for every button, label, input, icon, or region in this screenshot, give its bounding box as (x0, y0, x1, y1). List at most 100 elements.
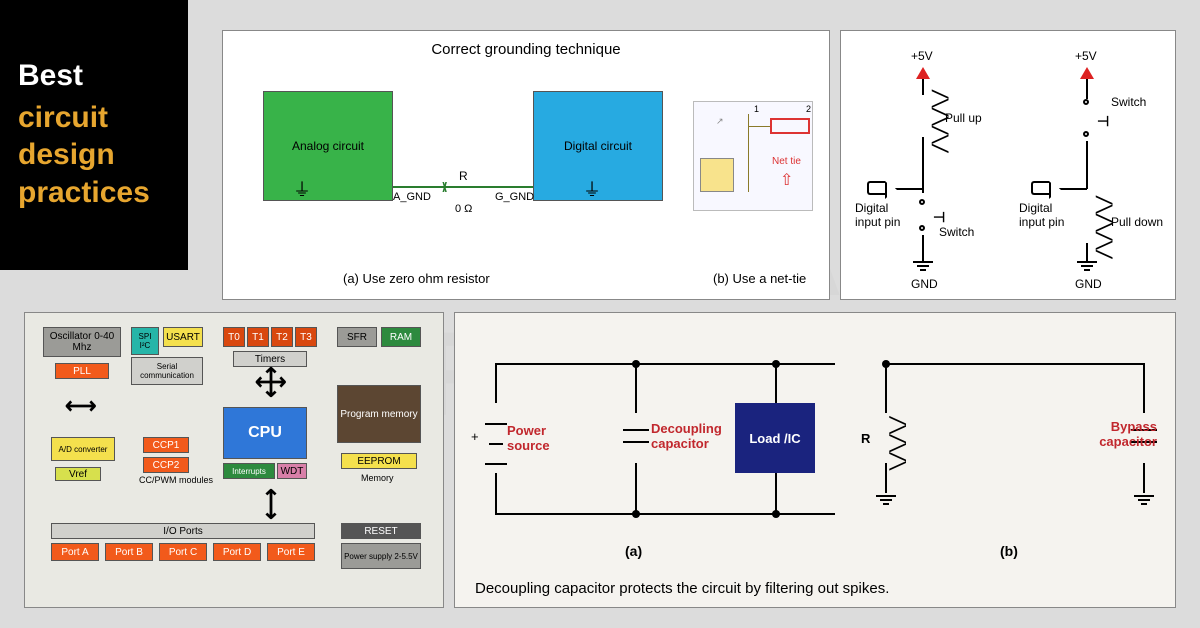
mcu-memory-label: Memory (361, 473, 394, 483)
bidir-arrow-vert-icon: ⟷ (260, 488, 282, 520)
wire (1143, 463, 1145, 493)
wire (1059, 188, 1087, 190)
wire (885, 363, 1145, 365)
title-line1: Best (18, 59, 188, 93)
pullup-label: Pull up (945, 111, 982, 125)
v5-label-b: +5V (1075, 49, 1097, 63)
grounding-caption-b: (b) Use a net-tie (713, 271, 806, 286)
mcu-oscillator: Oscillator 0-40 Mhz (43, 327, 121, 357)
nettie-arrow-small-icon: ↗ (716, 116, 724, 127)
load-ic-block: Load /IC (735, 403, 815, 473)
mcu-serial: Serial communication (131, 357, 203, 385)
decoupling-panel: + Power source Decoupling capacitor Load… (454, 312, 1176, 608)
r-label: R (861, 431, 870, 446)
resistor-label: R (459, 169, 468, 183)
title-line2: circuit design practices (18, 99, 188, 212)
decoupling-cap-label: Decoupling capacitor (651, 421, 725, 451)
wire (635, 463, 637, 515)
resistor-icon: /\/\/\ (893, 415, 903, 469)
wire (1143, 363, 1145, 413)
mcu-vref: Vref (55, 467, 101, 481)
mcu-t1: T1 (247, 327, 269, 347)
resistor-value: 0 Ω (455, 203, 472, 215)
pull-panel: +5V /\/\/\/ Pull up Digital input pin ⊣ … (840, 30, 1176, 300)
wire (495, 363, 835, 365)
wire (1086, 243, 1088, 261)
mcu-adc: A/D converter (51, 437, 115, 461)
switch-node-icon (919, 225, 925, 231)
power-source-label: Power source (507, 423, 567, 453)
wire (922, 235, 924, 261)
nettie-arrow-icon: ⇧ (780, 170, 793, 190)
psrc-bot (489, 443, 503, 445)
mcu-ccp2: CCP2 (143, 457, 189, 473)
nettie-pin1: 1 (754, 104, 759, 114)
cap-plate (623, 429, 649, 431)
dip-label-a: Digital input pin (855, 201, 909, 229)
mcu-progmem: Program memory (337, 385, 421, 443)
gate-icon (1031, 181, 1049, 195)
mcu-usart: USART (163, 327, 203, 347)
bidir-arrow-vert-icon: ⟷ (260, 366, 282, 398)
node-icon (632, 510, 640, 518)
v5-label-a: +5V (911, 49, 933, 63)
mcu-t0: T0 (223, 327, 245, 347)
mcu-spi: SPI I²C (131, 327, 159, 355)
wire (495, 513, 835, 515)
mcu-t3: T3 (295, 327, 317, 347)
g-gnd-label: G_GND (495, 191, 534, 203)
mcu-portc: Port C (159, 543, 207, 561)
psrc-top (485, 463, 507, 465)
psrc-top (485, 423, 507, 425)
switch-arm-icon: ⊣ (1097, 113, 1109, 130)
node-icon (632, 360, 640, 368)
gnd-label-b: GND (1075, 277, 1102, 291)
wire (885, 363, 887, 413)
node-icon (772, 510, 780, 518)
arrow-up-icon (1080, 67, 1094, 79)
gnd-label-a: GND (911, 277, 938, 291)
nettie-component (700, 158, 734, 192)
nettie-highlight-box (770, 118, 810, 134)
wire (922, 137, 924, 193)
mcu-reset: RESET (341, 523, 421, 539)
a-gnd-label: A_GND (393, 191, 431, 203)
mcu-psu: Power supply 2-5.5V (341, 543, 421, 569)
mcu-wdt: WDT (277, 463, 307, 479)
arrow-up-icon (916, 67, 930, 79)
mcu-block-diagram: Oscillator 0-40 Mhz PLL SPI I²C USART Se… (24, 312, 444, 608)
title-panel: Best circuit design practices (0, 0, 188, 270)
wire (1086, 79, 1088, 99)
analog-circuit-block: Analog circuit (263, 91, 393, 201)
mcu-ram: RAM (381, 327, 421, 347)
mcu-porta: Port A (51, 543, 99, 561)
mcu-ccpwm-label: CC/PWM modules (139, 475, 213, 485)
plus-label: + (471, 429, 479, 444)
node-icon (772, 360, 780, 368)
node-icon (882, 360, 890, 368)
nettie-pin2: 2 (806, 104, 811, 114)
ground-icon (876, 495, 896, 505)
mcu-pll: PLL (55, 363, 109, 379)
mcu-portd: Port D (213, 543, 261, 561)
bidir-arrow-icon: ⟷ (65, 395, 97, 417)
decouple-caption-b: (b) (1000, 543, 1018, 559)
nettie-label: Net tie (772, 156, 801, 167)
wire (775, 473, 777, 515)
ground-symbol-digital: ⏚ (583, 176, 601, 202)
ground-symbol-analog: ⏚ (293, 176, 311, 202)
switch-node-icon (1083, 131, 1089, 137)
wire (635, 363, 637, 413)
mcu-sfr: SFR (337, 327, 377, 347)
gate-icon (867, 181, 885, 195)
grounding-panel: Correct grounding technique Analog circu… (222, 30, 830, 300)
bypass-cap-label: Bypass capacitor (1093, 419, 1157, 449)
mcu-portb: Port B (105, 543, 153, 561)
ground-icon (1077, 261, 1097, 271)
wire (775, 363, 777, 403)
switch-node-icon (919, 199, 925, 205)
switch-node-icon (1083, 99, 1089, 105)
grounding-caption-a: (a) Use zero ohm resistor (343, 271, 490, 286)
wire (895, 188, 923, 190)
wire (1086, 141, 1088, 189)
